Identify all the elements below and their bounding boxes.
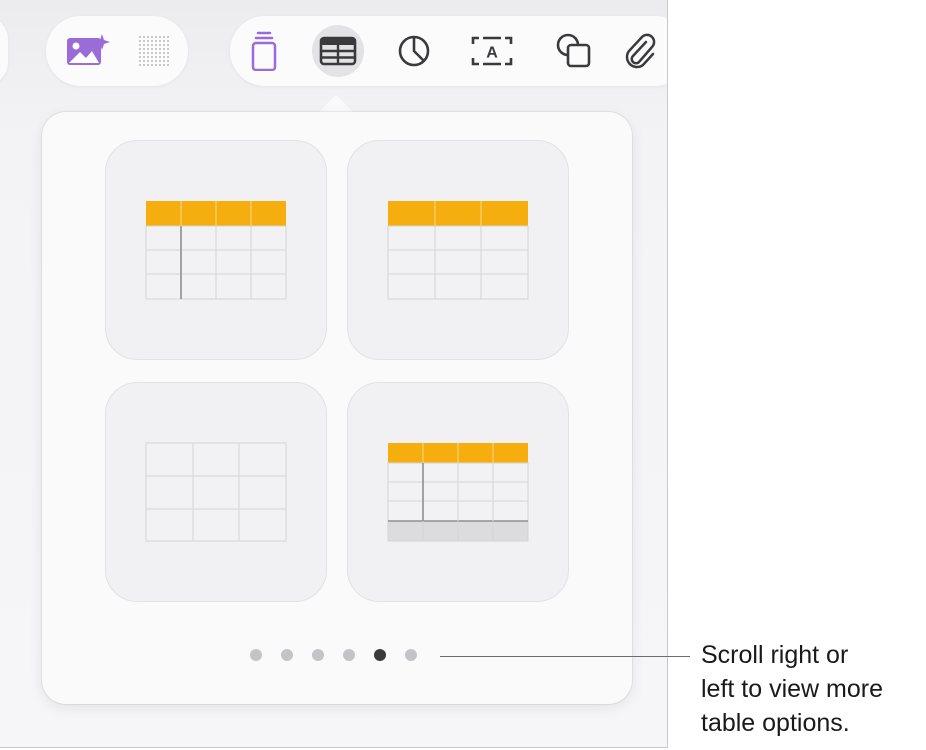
shapes-button[interactable] [548, 25, 600, 77]
table-styles-popover [42, 112, 632, 704]
screenshot: A [0, 0, 668, 748]
table-preview [387, 201, 529, 300]
table-preview [145, 201, 287, 300]
table-preview [387, 443, 529, 542]
attachment-button[interactable] [614, 25, 666, 77]
table-style-header-row[interactable] [347, 140, 569, 360]
table-icon [319, 36, 357, 66]
photo-sparkle-icon [67, 34, 110, 65]
shape-stack-button[interactable] [238, 25, 290, 77]
text-box-button[interactable]: A [466, 25, 518, 77]
page-dot[interactable] [281, 649, 293, 661]
callout-line [440, 656, 690, 657]
page-dot[interactable] [343, 649, 355, 661]
table-style-header-row-column-and-footer[interactable] [347, 382, 569, 602]
svg-text:A: A [486, 45, 498, 62]
page-dot[interactable] [405, 649, 417, 661]
table-style-plain[interactable] [105, 382, 327, 602]
chart-button[interactable] [388, 25, 440, 77]
page-dot[interactable] [250, 649, 262, 661]
shape-stack-icon [251, 31, 277, 71]
shapes-icon [556, 33, 591, 68]
text-box-icon: A [471, 36, 513, 66]
page-indicator[interactable] [250, 649, 417, 663]
page-dot[interactable] [374, 649, 386, 661]
chart-icon [398, 35, 430, 67]
grid-button[interactable] [128, 25, 180, 77]
table-style-header-row-and-column[interactable] [105, 140, 327, 360]
media-button[interactable] [61, 25, 113, 77]
toolbar-edge-pill [0, 16, 8, 86]
popover-arrow [318, 95, 354, 113]
attachment-icon [625, 33, 656, 69]
table-button[interactable] [312, 25, 364, 77]
callout-text: Scroll right or left to view more table … [701, 641, 884, 737]
table-preview [145, 442, 287, 542]
insert-toolbar [230, 16, 667, 86]
page-dot[interactable] [312, 649, 324, 661]
dot-grid-icon [139, 36, 169, 66]
